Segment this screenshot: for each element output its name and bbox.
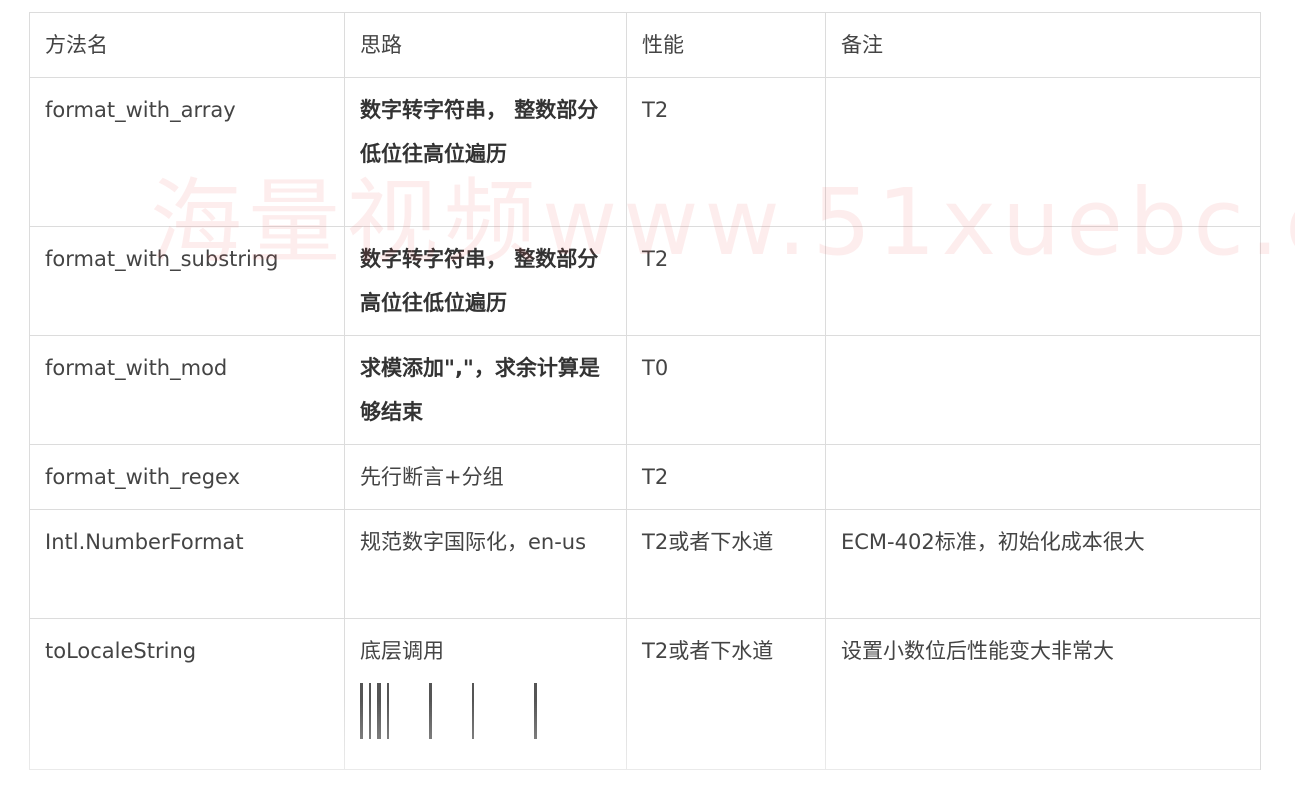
cell-note — [825, 335, 1261, 445]
cell-idea: 规范数字国际化，en-us — [344, 509, 627, 619]
header-note: 备注 — [825, 12, 1261, 78]
cell-performance: T0 — [626, 335, 826, 445]
methods-table: 方法名 思路 性能 备注 format_with_array 数字转字符串， 整… — [29, 12, 1261, 770]
glitch-bars — [360, 679, 611, 739]
cell-idea: 数字转字符串， 整数部分高位往低位遍历 — [344, 226, 627, 336]
header-performance: 性能 — [626, 12, 826, 78]
glitch-bar — [472, 683, 474, 739]
cell-idea-text: 底层调用 — [360, 639, 444, 663]
table-row: format_with_regex 先行断言+分组 T2 — [29, 444, 1261, 510]
cell-method: format_with_mod — [29, 335, 345, 445]
cell-note — [825, 77, 1261, 227]
cell-idea: 底层调用 — [344, 618, 627, 770]
glitch-bar — [387, 683, 389, 739]
cell-idea: 先行断言+分组 — [344, 444, 627, 510]
table-row: format_with_array 数字转字符串， 整数部分低位往高位遍历 T2 — [29, 77, 1261, 227]
cell-performance: T2 — [626, 226, 826, 336]
cell-note: 设置小数位后性能变大非常大 — [825, 618, 1261, 770]
cell-performance: T2或者下水道 — [626, 509, 826, 619]
cell-idea: 数字转字符串， 整数部分低位往高位遍历 — [344, 77, 627, 227]
glitch-bar — [369, 683, 371, 739]
table-row: toLocaleString 底层调用 T2或者下水道 设置小数位后性能变大非常… — [29, 618, 1261, 770]
cell-method: Intl.NumberFormat — [29, 509, 345, 619]
header-idea: 思路 — [344, 12, 627, 78]
table-header-row: 方法名 思路 性能 备注 — [29, 12, 1261, 78]
cell-method: toLocaleString — [29, 618, 345, 770]
cell-performance: T2或者下水道 — [626, 618, 826, 770]
glitch-bar — [360, 683, 363, 739]
cell-idea: 求模添加","，求余计算是够结束 — [344, 335, 627, 445]
table-row: format_with_mod 求模添加","，求余计算是够结束 T0 — [29, 335, 1261, 445]
cell-performance: T2 — [626, 444, 826, 510]
cell-method: format_with_substring — [29, 226, 345, 336]
table-row: format_with_substring 数字转字符串， 整数部分高位往低位遍… — [29, 226, 1261, 336]
cell-note — [825, 444, 1261, 510]
cell-performance: T2 — [626, 77, 826, 227]
cell-method: format_with_regex — [29, 444, 345, 510]
glitch-bar — [534, 683, 537, 739]
table-row: Intl.NumberFormat 规范数字国际化，en-us T2或者下水道 … — [29, 509, 1261, 619]
cell-note: ECM-402标准，初始化成本很大 — [825, 509, 1261, 619]
glitch-bar — [429, 683, 432, 739]
glitch-bar — [377, 683, 381, 739]
cell-note — [825, 226, 1261, 336]
header-method: 方法名 — [29, 12, 345, 78]
cell-method: format_with_array — [29, 77, 345, 227]
